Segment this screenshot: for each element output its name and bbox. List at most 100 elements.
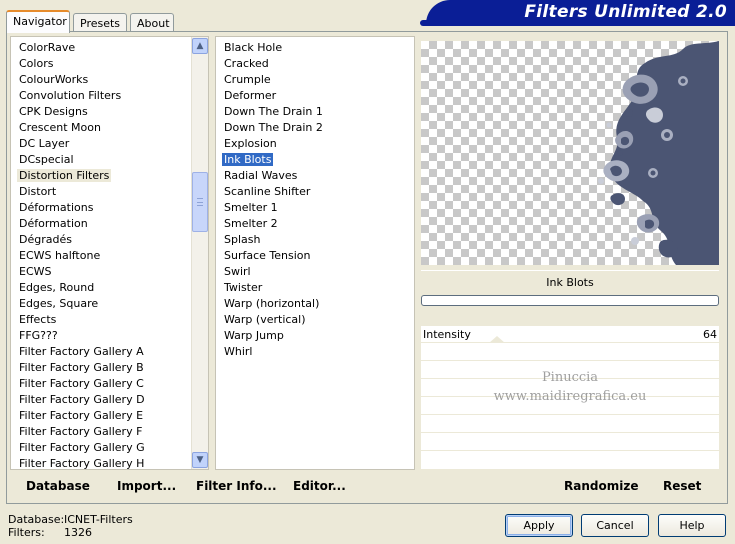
category-item-label: Filter Factory Gallery B (19, 361, 144, 374)
filters-label: Filters: (8, 526, 45, 539)
category-item-label: Distortion Filters (17, 169, 112, 182)
category-item-label: ECWS (19, 265, 52, 278)
category-item[interactable]: Filter Factory Gallery F (19, 424, 208, 440)
filter-item[interactable]: Warp (horizontal) (224, 296, 414, 312)
category-list[interactable]: ColorRave Colors ColourWorks Convolution Fi… (10, 36, 209, 470)
category-item-label: FFG??? (19, 329, 58, 342)
category-item-label: Effects (19, 313, 57, 326)
right-action-bar: Randomize Reset (421, 474, 719, 498)
scroll-thumb[interactable] (192, 172, 208, 232)
filter-item[interactable]: Warp Jump (224, 328, 414, 344)
category-item[interactable]: FFG??? (19, 328, 208, 344)
filter-item[interactable]: Down The Drain 1 (224, 104, 414, 120)
filter-item-label: Twister (224, 281, 263, 294)
filter-item[interactable]: Whirl (224, 344, 414, 360)
tab-presets[interactable]: Presets (73, 13, 127, 32)
database-value: ICNET-Filters (64, 513, 133, 526)
empty-slider-row (421, 416, 719, 433)
filter-item[interactable]: Surface Tension (224, 248, 414, 264)
category-item[interactable]: Filter Factory Gallery D (19, 392, 208, 408)
category-item[interactable]: Distort (19, 184, 208, 200)
filter-item[interactable]: Twister (224, 280, 414, 296)
empty-slider-row (421, 452, 719, 469)
filter-item-label: Swirl (224, 265, 251, 278)
empty-slider-row (421, 434, 719, 451)
category-item-label: Filter Factory Gallery C (19, 377, 144, 390)
watermark-url: www.maidiregrafica.eu (493, 389, 647, 404)
category-item-label: ColourWorks (19, 73, 89, 86)
database-info: Database:ICNET-Filters Filters: 1326 (8, 513, 133, 539)
filter-item-label: Surface Tension (224, 249, 311, 262)
category-item[interactable]: DC Layer (19, 136, 208, 152)
category-item[interactable]: ColourWorks (19, 72, 208, 88)
filter-list[interactable]: Black Hole Cracked Crumple Deformer Down The… (215, 36, 415, 470)
slider-marker-icon[interactable] (488, 336, 505, 343)
category-item[interactable]: Effects (19, 312, 208, 328)
category-item[interactable]: Filter Factory Gallery A (19, 344, 208, 360)
filter-item[interactable]: Radial Waves (224, 168, 414, 184)
category-item[interactable]: Filter Factory Gallery G (19, 440, 208, 456)
category-item[interactable]: Filter Factory Gallery H (19, 456, 208, 469)
help-button[interactable]: Help (658, 514, 726, 537)
left-action-bar: Database Import... Filter Info... Editor… (10, 474, 415, 498)
filter-item[interactable]: Smelter 2 (224, 216, 414, 232)
filter-item-label: Whirl (224, 345, 253, 358)
category-item[interactable]: ECWS halftone (19, 248, 208, 264)
filter-item[interactable]: Swirl (224, 264, 414, 280)
filter-item[interactable]: Warp (vertical) (224, 312, 414, 328)
category-item[interactable]: ColorRave (19, 40, 208, 56)
preview-image (421, 41, 719, 265)
filter-item[interactable]: Splash (224, 232, 414, 248)
reset-button[interactable]: Reset (663, 479, 701, 493)
editor-button[interactable]: Editor... (293, 479, 346, 493)
filter-item[interactable]: Smelter 1 (224, 200, 414, 216)
filter-item[interactable]: Crumple (224, 72, 414, 88)
empty-slider-row (421, 344, 719, 361)
database-button[interactable]: Database (26, 479, 90, 493)
filter-item[interactable]: Scanline Shifter (224, 184, 414, 200)
category-item[interactable]: Edges, Round (19, 280, 208, 296)
filter-item-label: Down The Drain 1 (224, 105, 323, 118)
category-item[interactable]: Convolution Filters (19, 88, 208, 104)
category-item[interactable]: Filter Factory Gallery B (19, 360, 208, 376)
tab-navigator[interactable]: Navigator (6, 10, 70, 33)
category-item[interactable]: Distortion Filters (17, 168, 208, 184)
category-item[interactable]: Colors (19, 56, 208, 72)
intensity-slider[interactable]: Intensity 64 (421, 326, 719, 343)
category-item[interactable]: Crescent Moon (19, 120, 208, 136)
apply-button[interactable]: Apply (505, 514, 573, 537)
tab-about[interactable]: About (130, 13, 174, 32)
category-item[interactable]: Dégradés (19, 232, 208, 248)
scroll-up-button[interactable]: ▲ (192, 38, 208, 54)
filter-item[interactable]: Deformer (224, 88, 414, 104)
cancel-button[interactable]: Cancel (581, 514, 649, 537)
category-item[interactable]: Déformation (19, 216, 208, 232)
category-item[interactable]: DCspecial (19, 152, 208, 168)
category-item-label: Edges, Square (19, 297, 99, 310)
watermark: Pinuccia www.maidiregrafica.eu (421, 368, 719, 406)
filter-item-label: Radial Waves (224, 169, 298, 182)
category-item[interactable]: Edges, Square (19, 296, 208, 312)
randomize-button[interactable]: Randomize (564, 479, 638, 493)
filter-item[interactable]: Ink Blots (222, 152, 414, 168)
category-item[interactable]: Filter Factory Gallery E (19, 408, 208, 424)
filter-item[interactable]: Explosion (224, 136, 414, 152)
filter-item-label: Smelter 2 (224, 217, 278, 230)
category-item[interactable]: Déformations (19, 200, 208, 216)
import-button[interactable]: Import... (117, 479, 176, 493)
category-item[interactable]: Filter Factory Gallery C (19, 376, 208, 392)
scroll-down-button[interactable]: ▼ (192, 452, 208, 468)
category-item-label: Filter Factory Gallery D (19, 393, 145, 406)
filter-item[interactable]: Down The Drain 2 (224, 120, 414, 136)
category-scrollbar[interactable]: ▲ ▼ (191, 37, 208, 469)
app-title: Filters Unlimited 2.0 (524, 2, 727, 22)
filter-info-button[interactable]: Filter Info... (196, 479, 277, 493)
filter-item[interactable]: Black Hole (224, 40, 414, 56)
category-item-label: CPK Designs (19, 105, 88, 118)
category-item-label: Déformations (19, 201, 94, 214)
category-item[interactable]: CPK Designs (19, 104, 208, 120)
filter-item[interactable]: Cracked (224, 56, 414, 72)
slider-label: Intensity (423, 328, 471, 341)
category-item-label: ECWS halftone (19, 249, 101, 262)
category-item[interactable]: ECWS (19, 264, 208, 280)
